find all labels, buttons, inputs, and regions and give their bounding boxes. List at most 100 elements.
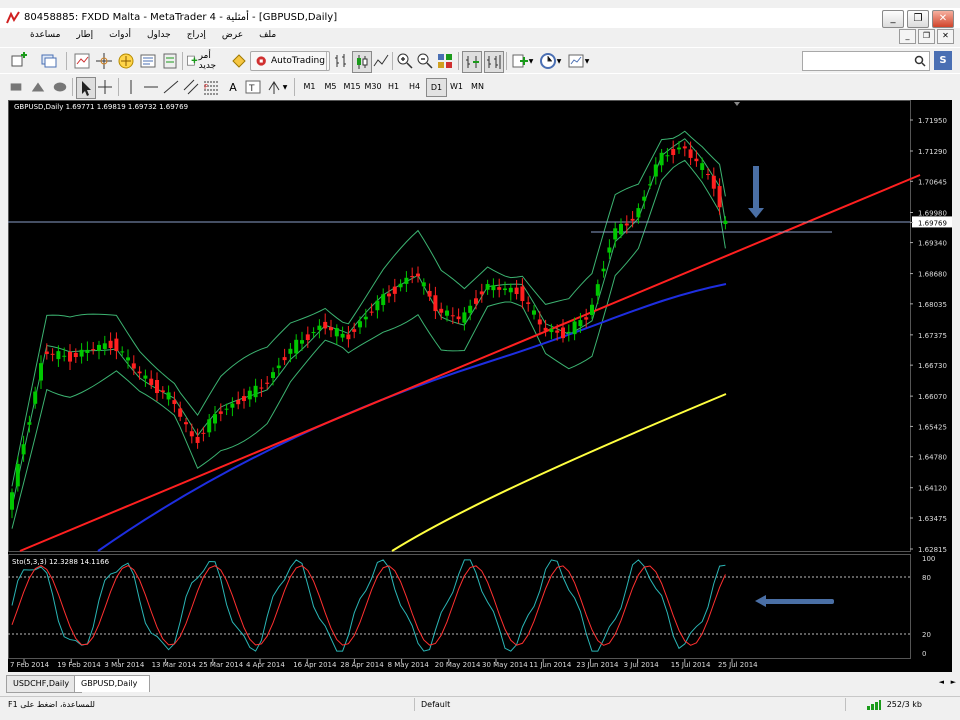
price-axis-label: 1.63475: [918, 515, 947, 523]
menu-view[interactable]: عرض: [222, 30, 243, 40]
date-axis-label: 11 Jun 2014: [529, 661, 572, 669]
search-icon[interactable]: [914, 55, 926, 67]
mdi-minimize-button[interactable]: _: [899, 29, 916, 44]
timeframe-m5[interactable]: M5: [321, 78, 340, 95]
autoscroll-button[interactable]: [462, 51, 482, 73]
candle-body: [340, 333, 345, 338]
strategy-tester-button[interactable]: [160, 51, 180, 71]
search-input[interactable]: [802, 51, 930, 71]
close-button[interactable]: ✕: [932, 10, 954, 28]
candle-body: [265, 382, 270, 384]
menu-help[interactable]: مساعدة: [30, 30, 60, 40]
candle-body: [300, 340, 304, 344]
chart-window[interactable]: 1.71950 1.71290 1.70645 1.69980 1.69769 1.693…: [8, 100, 952, 672]
candle-body: [468, 305, 473, 313]
periods-button[interactable]: ▼: [538, 51, 562, 71]
candle-body: [711, 175, 716, 189]
connection-icon: [866, 699, 882, 712]
new-chart-button[interactable]: [8, 51, 30, 71]
menu-file[interactable]: ملف: [259, 30, 276, 40]
templates-button[interactable]: ▼: [566, 51, 590, 71]
autotrading-button[interactable]: AutoTrading: [250, 51, 330, 71]
profiles-button[interactable]: [38, 51, 60, 71]
candle-body: [508, 287, 513, 293]
timeframe-m15[interactable]: M15: [342, 78, 362, 95]
timeframe-h1[interactable]: H1: [384, 78, 403, 95]
date-axis-label: 25 Mar 2014: [199, 661, 244, 669]
price-chart-canvas[interactable]: 1.71950 1.71290 1.70645 1.699801.69769 1.693…: [8, 100, 952, 672]
navigator-button[interactable]: [116, 51, 136, 71]
candle-body: [590, 304, 594, 316]
timeframe-h4[interactable]: H4: [405, 78, 424, 95]
equidistant-channel-tool[interactable]: [182, 77, 200, 97]
tab-usdchf-daily[interactable]: USDCHF,Daily: [6, 675, 82, 693]
terminal-button[interactable]: [138, 51, 158, 71]
candle-body: [143, 375, 148, 379]
timeframe-mn[interactable]: MN: [468, 78, 487, 95]
price-axis-label: 1.69769: [918, 219, 947, 227]
menu-insert[interactable]: إدراج: [187, 30, 206, 40]
candlestick-button[interactable]: [352, 51, 372, 73]
candle-body: [688, 149, 693, 158]
fibonacci-tool[interactable]: F: [202, 77, 220, 97]
timeframe-d1[interactable]: D1: [426, 78, 447, 97]
trendline-tool[interactable]: [162, 77, 180, 97]
community-button[interactable]: S: [934, 51, 952, 70]
restore-button[interactable]: ❐: [907, 10, 929, 28]
cursor-tool[interactable]: [76, 77, 96, 99]
zoom-in-button[interactable]: [396, 51, 414, 71]
arrows-tool[interactable]: ▼: [264, 77, 288, 97]
date-axis-label: 16 Apr 2014: [293, 661, 337, 669]
tab-gbpusd-daily[interactable]: GBPUSD,Daily: [74, 675, 150, 692]
indicators-button[interactable]: ▼: [510, 51, 534, 71]
candle-body: [131, 363, 136, 369]
vertical-line-tool[interactable]: [122, 77, 140, 97]
clock-icon: [539, 53, 556, 69]
rectangle-tool[interactable]: [8, 77, 24, 97]
new-order-button[interactable]: أمر جديد: [186, 51, 228, 71]
bar-chart-button[interactable]: [332, 51, 350, 71]
left-arrow-head: [755, 595, 766, 607]
tester-icon: [163, 53, 177, 69]
timeframe-m1[interactable]: M1: [300, 78, 319, 95]
menu-tools[interactable]: أدوات: [109, 30, 131, 40]
candle-body: [665, 155, 670, 157]
market-watch-button[interactable]: [72, 51, 92, 71]
text-tool[interactable]: A: [224, 77, 242, 97]
menu-charts[interactable]: جداول: [147, 30, 171, 40]
date-axis-label: 19 Feb 2014: [57, 661, 101, 669]
tabs-scroll-right-icon[interactable]: ►: [951, 678, 956, 686]
mdi-close-button[interactable]: ✕: [937, 29, 954, 44]
candle-body: [184, 422, 188, 425]
oscillator-pane-border: [8, 554, 911, 659]
timeframe-w1[interactable]: W1: [447, 78, 466, 95]
tile-windows-button[interactable]: [436, 51, 454, 71]
profiles-icon: [41, 54, 57, 68]
candle-body: [189, 431, 194, 437]
price-axis-label: 1.64120: [918, 485, 947, 493]
price-axis-label: 1.68035: [918, 301, 947, 309]
triangle-tool[interactable]: [30, 77, 46, 97]
line-chart-button[interactable]: [372, 51, 390, 71]
candle-body: [694, 158, 699, 162]
tabs-scroll-left-icon[interactable]: ◄: [939, 678, 944, 686]
candle-body: [653, 164, 658, 177]
zoom-out-button[interactable]: [416, 51, 434, 71]
ellipse-tool[interactable]: [52, 77, 68, 97]
text-label-tool[interactable]: T: [244, 77, 262, 97]
timeframe-m30[interactable]: M30: [363, 78, 383, 95]
mdi-restore-button[interactable]: ❐: [918, 29, 935, 44]
candle-body: [195, 436, 200, 443]
metatrader-app-icon: [6, 11, 20, 24]
crosshair-tool[interactable]: [96, 77, 114, 97]
date-axis-label: 3 Mar 2014: [104, 661, 144, 669]
metaeditor-button[interactable]: [230, 51, 248, 71]
chart-shift-button[interactable]: [484, 51, 504, 73]
menu-window[interactable]: إطار: [76, 30, 93, 40]
candle-body: [717, 186, 722, 208]
candle-body: [474, 298, 478, 304]
candle-body: [160, 390, 165, 393]
minimize-button[interactable]: _: [882, 10, 904, 28]
data-window-button[interactable]: [94, 51, 114, 71]
horizontal-line-tool[interactable]: [142, 77, 160, 97]
